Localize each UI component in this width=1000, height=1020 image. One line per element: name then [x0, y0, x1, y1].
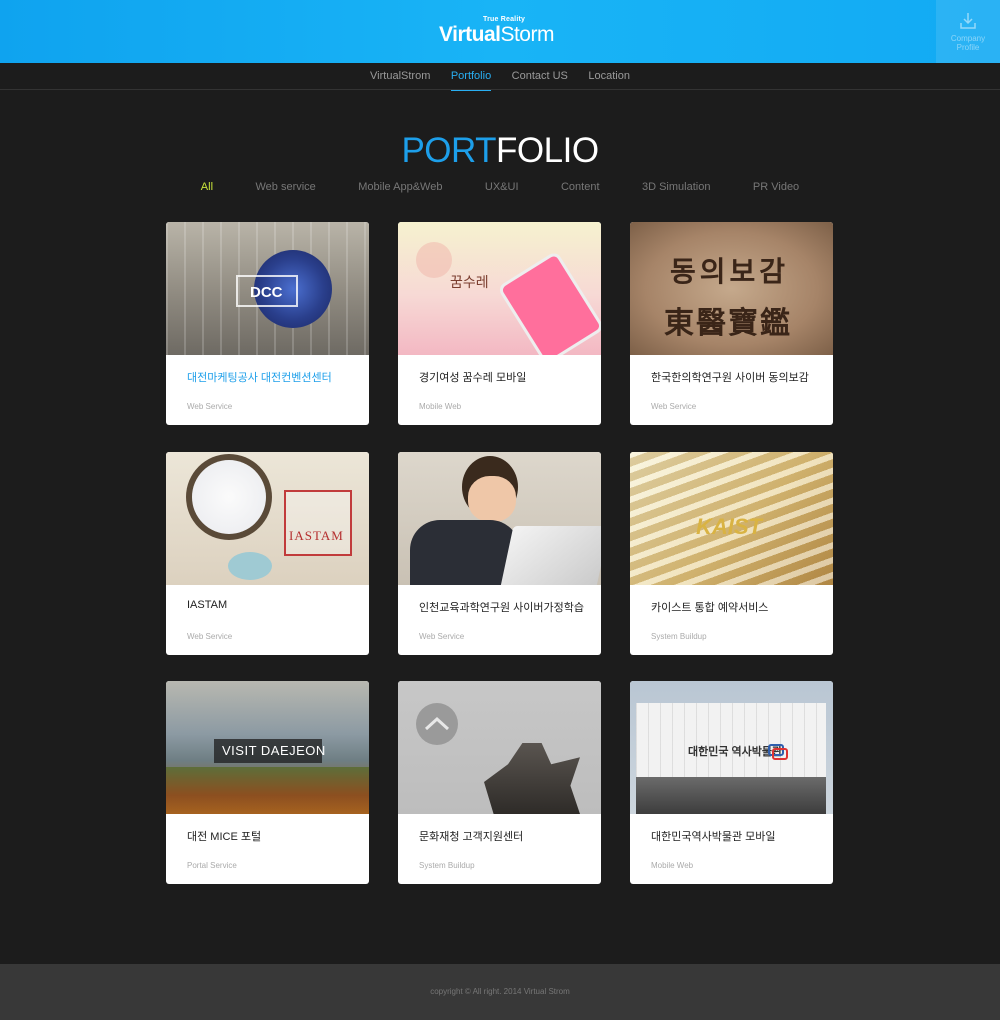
- nav-item-portfolio[interactable]: Portfolio: [450, 63, 492, 91]
- thumb-logo-iastam: IASTAM: [289, 528, 344, 543]
- card-title: 인천교육과학연구원 사이버가정학습: [419, 602, 584, 614]
- portfolio-card[interactable]: DCC 대전마케팅공사 대전컨벤션센터 Web Service: [166, 222, 369, 425]
- main-nav: VirtualStrom Portfolio Contact US Locati…: [0, 63, 1000, 91]
- filter-mobile-app-web[interactable]: Mobile App&Web: [358, 181, 442, 193]
- card-category: System Buildup: [651, 632, 707, 641]
- card-thumbnail: [398, 681, 601, 814]
- site-footer: copyright © All right. 2014 Virtual Stro…: [0, 964, 1000, 1020]
- thumb-logo-kaist: KAIST: [696, 514, 762, 539]
- thumb-logo-dreamcart: 꿈수레: [450, 274, 489, 290]
- profile-label-line2: Profile: [956, 43, 980, 52]
- portfolio-card[interactable]: KAIST 카이스트 통합 예약서비스 System Buildup: [630, 452, 833, 655]
- thumb-logo-visit-daejeon: VISIT DAEJEON: [222, 743, 326, 758]
- portfolio-card[interactable]: 대한민국 역사박물관 대한민국역사박물관 모바일 Mobile Web: [630, 681, 833, 884]
- logo-light-text: Storm: [500, 23, 554, 46]
- portfolio-card[interactable]: IASTAM IASTAM Web Service: [166, 452, 369, 655]
- nav-item-location[interactable]: Location: [588, 63, 630, 90]
- page-title-rest: FOLIO: [496, 131, 599, 170]
- card-category: Mobile Web: [651, 861, 694, 870]
- filter-3d-simulation[interactable]: 3D Simulation: [642, 181, 710, 193]
- card-category: Web Service: [187, 402, 233, 411]
- card-title: 대한민국역사박물관 모바일: [651, 831, 776, 843]
- card-title: 문화재청 고객지원센터: [419, 831, 524, 843]
- card-category: Web Service: [187, 632, 233, 641]
- filter-pr-video[interactable]: PR Video: [753, 181, 799, 193]
- copyright-text: copyright © All right. 2014 Virtual Stro…: [430, 987, 570, 996]
- card-thumbnail: 동의보감 東醫寶鑑: [630, 222, 833, 355]
- card-thumbnail: IASTAM: [166, 452, 369, 585]
- nav-item-contact-us[interactable]: Contact US: [512, 63, 568, 90]
- card-thumbnail: VISIT DAEJEON: [166, 681, 369, 814]
- card-category: Portal Service: [187, 861, 237, 870]
- card-category: Web Service: [651, 402, 697, 411]
- card-category: Web Service: [419, 632, 465, 641]
- card-thumbnail: 꿈수레: [398, 222, 601, 355]
- card-title: 한국한의학연구원 사이버 동의보감: [651, 372, 809, 384]
- portfolio-card[interactable]: 인천교육과학연구원 사이버가정학습 Web Service: [398, 452, 601, 655]
- page-title-accent: PORT: [401, 131, 497, 170]
- card-category: Mobile Web: [419, 402, 462, 411]
- nav-item-virtualstrom[interactable]: VirtualStrom: [370, 63, 430, 90]
- thumb-logo-dcc: DCC: [250, 284, 283, 301]
- logo-wordmark: VirtualStorm: [439, 23, 554, 47]
- portfolio-card[interactable]: 꿈수레 경기여성 꿈수레 모바일 Mobile Web: [398, 222, 601, 425]
- filter-all[interactable]: All: [201, 181, 213, 193]
- card-category: System Buildup: [419, 861, 475, 870]
- filter-ux-ui[interactable]: UX&UI: [485, 181, 519, 193]
- card-title: 대전 MICE 포털: [187, 831, 262, 843]
- logo-bold-text: Virtual: [439, 23, 501, 46]
- card-thumbnail: [398, 452, 601, 585]
- thumb-text-donguibogam-hanja: 東醫寶鑑: [664, 307, 792, 340]
- filter-content[interactable]: Content: [561, 181, 600, 193]
- card-title: 대전마케팅공사 대전컨벤션센터: [187, 372, 332, 384]
- portfolio-card[interactable]: VISIT DAEJEON 대전 MICE 포털 Portal Service: [166, 681, 369, 884]
- site-logo[interactable]: True Reality VirtualStorm: [439, 15, 569, 49]
- thumb-text-donguibogam-hangul: 동의보감: [670, 256, 790, 287]
- portfolio-card[interactable]: 문화재청 고객지원센터 System Buildup: [398, 681, 601, 884]
- card-thumbnail: 대한민국 역사박물관: [630, 681, 833, 814]
- card-thumbnail: DCC: [166, 222, 369, 355]
- profile-label-line1: Company: [950, 34, 986, 43]
- category-filters: All Web service Mobile App&Web UX&UI Con…: [0, 177, 1000, 195]
- company-profile-label: Company Profile: [936, 34, 1000, 52]
- filter-web-service[interactable]: Web service: [255, 181, 315, 193]
- logo-tagline: True Reality: [483, 16, 526, 23]
- company-profile-button[interactable]: Company Profile: [936, 0, 1000, 63]
- page-title: PORTFOLIO: [0, 131, 1000, 171]
- card-title: 카이스트 통합 예약서비스: [651, 602, 769, 614]
- card-title: IASTAM: [187, 599, 228, 611]
- download-icon: [960, 13, 976, 29]
- site-header: True Reality VirtualStorm Company Profil…: [0, 0, 1000, 63]
- heritage-logo-icon: [424, 716, 450, 731]
- portfolio-card[interactable]: 동의보감 東醫寶鑑 한국한의학연구원 사이버 동의보감 Web Service: [630, 222, 833, 425]
- card-thumbnail: KAIST: [630, 452, 833, 585]
- card-title: 경기여성 꿈수레 모바일: [419, 372, 527, 384]
